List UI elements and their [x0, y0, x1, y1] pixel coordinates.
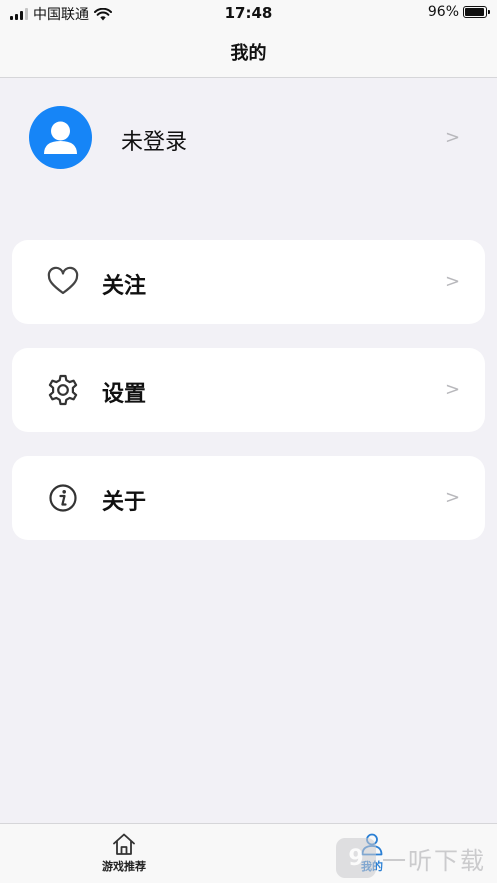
battery-icon [463, 6, 490, 18]
status-bar: 中国联通 17:48 96% [0, 0, 497, 26]
heart-icon [47, 266, 79, 295]
tab-game-recommend[interactable]: 游戏推荐 [84, 832, 164, 874]
tab-label: 我的 [361, 860, 383, 873]
avatar[interactable] [29, 106, 92, 169]
status-right: 96% [427, 4, 490, 20]
menu-item-about[interactable]: 关于 > [12, 456, 485, 540]
clock: 17:48 [224, 4, 273, 22]
person-icon [361, 833, 383, 856]
home-icon [113, 833, 135, 855]
person-icon [44, 121, 77, 154]
tab-bar: 游戏推荐 我的 [0, 823, 497, 883]
gear-icon [48, 374, 78, 406]
chevron-right-icon: > [445, 379, 461, 400]
menu-item-label: 关于 [102, 490, 147, 515]
chevron-right-icon: > [445, 271, 461, 292]
login-status: 未登录 [121, 130, 188, 155]
menu-item-settings[interactable]: 设置 > [12, 348, 485, 432]
profile-row[interactable]: 未登录 > [0, 100, 497, 180]
menu-item-label: 关注 [102, 274, 147, 299]
chevron-right-icon: > [445, 487, 461, 508]
info-icon [49, 484, 77, 512]
menu-item-label: 设置 [102, 382, 147, 407]
chevron-right-icon: > [445, 127, 461, 148]
page-title: 我的 [230, 42, 267, 64]
tab-mine[interactable]: 我的 [332, 832, 412, 874]
screen: 中国联通 17:48 96% 我的 未登录 > 关注 > 设置 > 关于 > 游… [0, 0, 497, 883]
nav-bar: 我的 [0, 26, 497, 78]
battery-fill [465, 8, 485, 16]
menu-item-follow[interactable]: 关注 > [12, 240, 485, 324]
battery-percent: 96% [427, 4, 459, 20]
tab-label: 游戏推荐 [102, 860, 146, 873]
